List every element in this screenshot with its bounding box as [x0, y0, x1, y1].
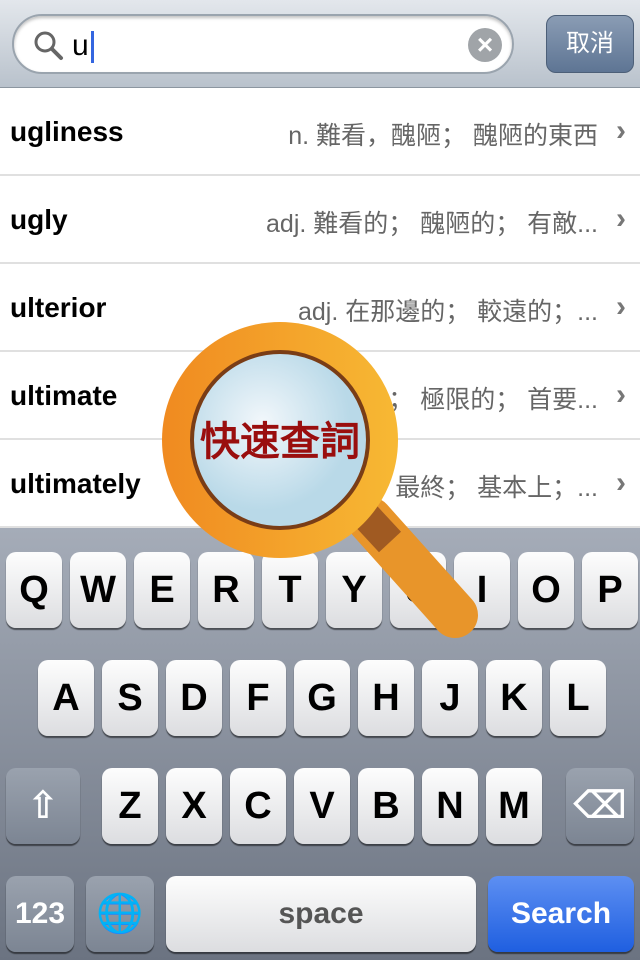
search-key[interactable]: Search	[488, 876, 634, 952]
numbers-key[interactable]: 123	[6, 876, 74, 952]
key-c[interactable]: C	[230, 768, 286, 844]
result-word: ugly	[10, 204, 68, 235]
key-j[interactable]: J	[422, 660, 478, 736]
chevron-right-icon: ›	[616, 466, 626, 499]
chevron-right-icon: ›	[616, 378, 626, 411]
chevron-right-icon: ›	[616, 202, 626, 235]
result-definition: n. 難看，醜陋； 醜陋的東西	[288, 122, 598, 150]
result-definition: adj. 難看的； 醜陋的； 有敵...	[266, 210, 598, 238]
shift-icon: ⇧	[27, 785, 59, 827]
key-n[interactable]: N	[422, 768, 478, 844]
search-icon	[34, 31, 63, 60]
result-row[interactable]: ugliness n. 難看，醜陋； 醜陋的東西 ›	[0, 88, 640, 176]
chevron-right-icon: ›	[616, 114, 626, 147]
chevron-right-icon: ›	[616, 290, 626, 323]
clear-icon[interactable]: ×	[468, 28, 502, 62]
key-x[interactable]: X	[166, 768, 222, 844]
result-word: ultimate	[10, 380, 118, 411]
delete-key[interactable]: ⌫	[566, 768, 634, 844]
key-o[interactable]: O	[518, 552, 574, 628]
search-input[interactable]: u ×	[12, 14, 514, 74]
space-key[interactable]: space	[166, 876, 476, 952]
search-bar: u × 取消	[0, 0, 640, 88]
key-d[interactable]: D	[166, 660, 222, 736]
key-m[interactable]: M	[486, 768, 542, 844]
quick-lookup-magnifier-overlay: 快速查詞	[162, 322, 478, 638]
key-w[interactable]: W	[70, 552, 126, 628]
overlay-label: 快速查詞	[200, 420, 360, 464]
key-h[interactable]: H	[358, 660, 414, 736]
key-v[interactable]: V	[294, 768, 350, 844]
shift-key[interactable]: ⇧	[6, 768, 80, 844]
key-z[interactable]: Z	[102, 768, 158, 844]
cancel-button[interactable]: 取消	[546, 15, 634, 73]
key-b[interactable]: B	[358, 768, 414, 844]
key-p[interactable]: P	[582, 552, 638, 628]
key-l[interactable]: L	[550, 660, 606, 736]
key-q[interactable]: Q	[6, 552, 62, 628]
key-k[interactable]: K	[486, 660, 542, 736]
key-g[interactable]: G	[294, 660, 350, 736]
result-word: ulterior	[10, 292, 107, 323]
key-a[interactable]: A	[38, 660, 94, 736]
globe-icon: 🌐	[96, 893, 144, 935]
key-f[interactable]: F	[230, 660, 286, 736]
search-value: u	[72, 29, 89, 62]
globe-key[interactable]: 🌐	[86, 876, 154, 952]
backspace-icon: ⌫	[573, 785, 627, 827]
key-s[interactable]: S	[102, 660, 158, 736]
result-row[interactable]: ugly adj. 難看的； 醜陋的； 有敵... ›	[0, 176, 640, 264]
result-word: ultimately	[10, 468, 141, 499]
text-caret	[90, 31, 94, 64]
result-word: ugliness	[10, 116, 124, 147]
